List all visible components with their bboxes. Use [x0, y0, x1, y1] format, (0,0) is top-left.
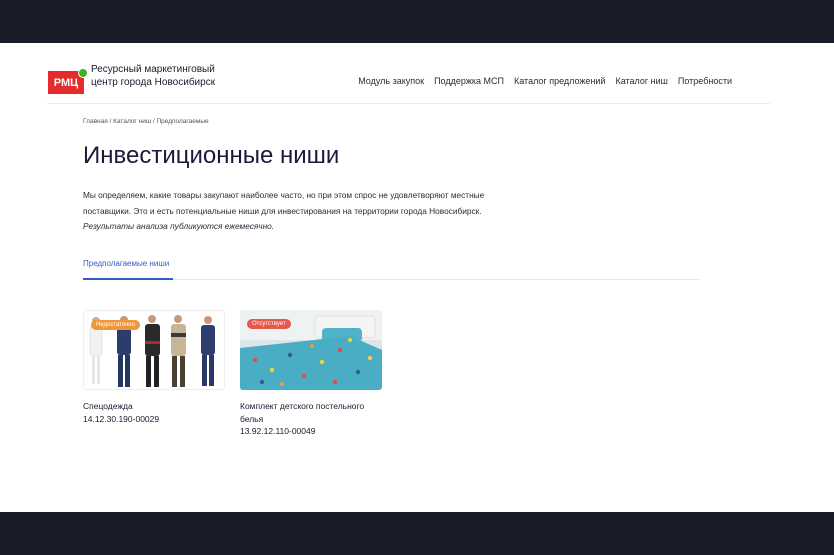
status-badge: Отсутствует [247, 319, 291, 329]
breadcrumb-catalog[interactable]: Каталог ниш [113, 118, 151, 125]
tabs: Предполагаемые ниши [83, 259, 699, 280]
page-description: Мы определяем, какие товары закупают наи… [83, 188, 533, 235]
logo-dot-icon [78, 68, 88, 78]
nav-item-sme-support[interactable]: Поддержка МСП [434, 76, 504, 86]
nav-item-niche-catalog[interactable]: Каталог ниш [615, 76, 667, 86]
card-name: Спецодежда [83, 401, 133, 411]
status-badge: Недостаточно [91, 320, 140, 330]
breadcrumb-current: Предполагаемые [156, 118, 209, 125]
main-nav: Модуль закупок Поддержка МСП Каталог пре… [358, 76, 732, 86]
site-header: РМЦ Ресурсный маркетинговый центр города… [47, 43, 770, 104]
page: РМЦ Ресурсный маркетинговый центр города… [0, 43, 834, 512]
card-title: Спецодежда 14.12.30.190-00029 [83, 400, 225, 425]
card-title: Комплект детского постельного белья 13.9… [240, 400, 382, 438]
nav-item-purchases[interactable]: Модуль закупок [358, 76, 424, 86]
nav-item-needs[interactable]: Потребности [678, 76, 732, 86]
card-code: 13.92.12.110-00049 [240, 426, 316, 436]
card-image-bedding[interactable]: Отсутствует [240, 310, 382, 390]
tab-proposed-niches[interactable]: Предполагаемые ниши [83, 259, 173, 280]
nav-item-offers-catalog[interactable]: Каталог предложений [514, 76, 605, 86]
org-name[interactable]: Ресурсный маркетинговый центр города Нов… [91, 64, 221, 89]
breadcrumb: Главная / Каталог ниш / Предполагаемые [83, 118, 209, 125]
card-code: 14.12.30.190-00029 [83, 413, 160, 424]
card-name: Комплект детского постельного белья [240, 401, 365, 424]
breadcrumb-home[interactable]: Главная [83, 118, 108, 125]
page-title: Инвестиционные ниши [83, 142, 340, 169]
description-note: Результаты анализа публикуются ежемесячн… [83, 221, 275, 231]
description-text: Мы определяем, какие товары закупают наи… [83, 190, 485, 216]
card-image-workwear[interactable]: Недостаточно [83, 310, 225, 390]
